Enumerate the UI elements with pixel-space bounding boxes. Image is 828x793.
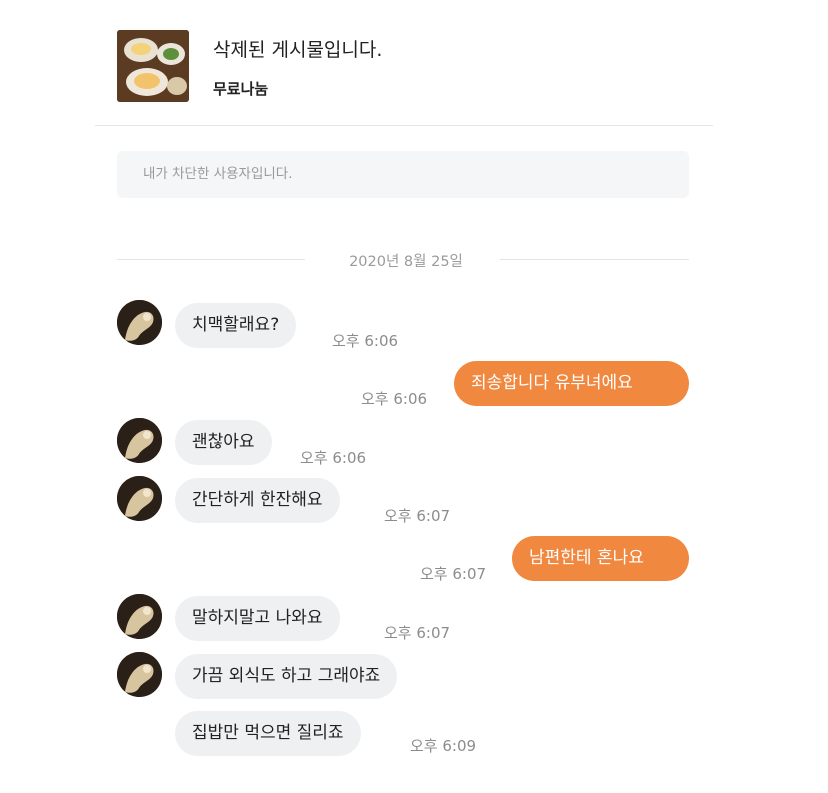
message-time: 오후 6:07 [384,624,451,642]
message-time: 오후 6:07 [384,507,451,525]
avatar[interactable] [117,476,162,521]
message-bubble[interactable]: 괜찮아요 [175,420,272,465]
message-time: 오후 6:07 [420,565,487,583]
avatar[interactable] [117,300,162,345]
post-category: 무료나눔 [213,80,269,98]
message-bubble[interactable]: 치맥할래요? [175,303,297,348]
user-avatar-icon [117,652,162,697]
avatar[interactable] [117,652,162,697]
message-bubble[interactable]: 죄송합니다 유부녀에요 [454,361,689,406]
message-time: 오후 6:06 [332,332,399,350]
food-dish-photo-icon [117,30,189,102]
message-bubble[interactable]: 가끔 외식도 하고 그래야죠 [175,654,398,699]
blocked-user-notice: 내가 차단한 사용자입니다. [117,151,689,198]
avatar[interactable] [117,418,162,463]
message-bubble[interactable]: 말하지말고 나와요 [175,596,340,641]
date-divider-right [500,259,689,260]
message-bubble[interactable]: 간단하게 한잔해요 [175,478,340,523]
date-separator: 2020년 8월 25일 [349,254,463,270]
message-bubble[interactable]: 집밥만 먹으면 질리죠 [175,711,361,756]
header-divider [95,125,713,126]
message-bubble[interactable]: 남편한테 혼나요 [512,536,689,581]
user-avatar-icon [117,476,162,521]
user-avatar-icon [117,418,162,463]
post-thumbnail[interactable] [117,30,189,102]
user-avatar-icon [117,300,162,345]
date-divider-left [117,259,305,260]
message-time: 오후 6:06 [361,390,428,408]
message-time: 오후 6:06 [300,449,367,467]
avatar[interactable] [117,594,162,639]
message-time: 오후 6:09 [410,737,477,755]
post-title: 삭제된 게시물입니다. [213,39,383,61]
user-avatar-icon [117,594,162,639]
